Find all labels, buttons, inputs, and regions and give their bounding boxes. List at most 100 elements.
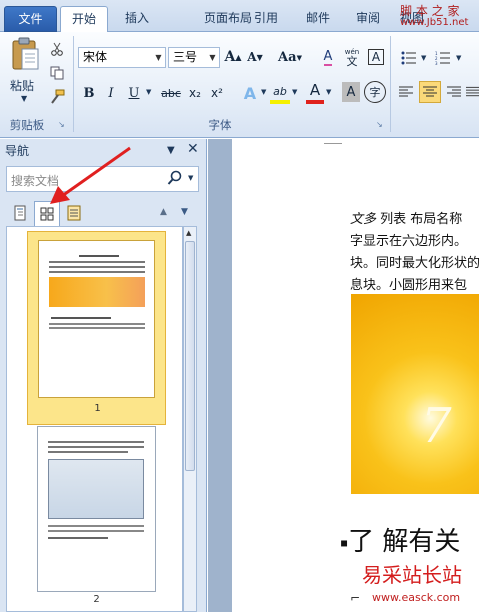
font-color-button[interactable]: A	[306, 80, 324, 104]
thumb-line	[51, 317, 111, 319]
thumb-line	[49, 327, 145, 329]
numbering-dropdown-icon[interactable]: ▼	[456, 54, 461, 62]
underline-dropdown-icon[interactable]: ▼	[146, 88, 151, 96]
previous-page-icon[interactable]: ▲	[160, 207, 167, 217]
grow-font-label: A	[224, 49, 236, 65]
browse-headings-icon[interactable]	[9, 202, 31, 224]
shrink-font-button[interactable]: A ▼	[246, 46, 264, 68]
change-case-label: Aa	[278, 49, 297, 65]
doc-line-1: 文多 列表 布局名称	[350, 208, 462, 227]
watermark-site-url: www.Jb51.net	[400, 17, 469, 28]
thumbnail-page-number: 1	[94, 403, 101, 414]
change-case-button[interactable]: Aa ▼	[276, 46, 304, 68]
thumb-line	[48, 446, 144, 448]
paste-dropdown-icon[interactable]: ▼	[21, 94, 27, 103]
search-icon[interactable]	[167, 169, 185, 189]
bold-button[interactable]: B	[80, 82, 98, 104]
thumb-line	[49, 266, 145, 268]
thumb-line	[48, 525, 144, 527]
align-center-icon[interactable]	[419, 81, 441, 103]
phonetic-guide-button[interactable]: wén 文	[342, 46, 362, 68]
tab-references[interactable]: 引用	[246, 6, 286, 32]
doc-line-1-italic: 文多	[350, 212, 377, 227]
page-thumbnails-list: 1 2	[6, 226, 183, 612]
copy-icon[interactable]	[48, 64, 66, 82]
document-page[interactable]: 文多 列表 布局名称 字显示在六边形内。 块。同时最大化形状的 息块。小圆形用来…	[232, 139, 479, 612]
doc-heading-text: 了 解有关	[348, 527, 461, 557]
character-border-label: A	[367, 49, 385, 65]
font-name-dropdown-icon[interactable]: ▼	[152, 48, 165, 67]
strikethrough-button[interactable]: abc	[158, 82, 184, 104]
navigation-title: 导航	[5, 144, 30, 158]
enclose-characters-button[interactable]: 字	[364, 81, 386, 103]
character-shading-button[interactable]: A	[342, 82, 360, 102]
highlight-button[interactable]: ab	[270, 82, 290, 104]
phonetic-glyph-icon: 文	[346, 55, 358, 68]
seven-glyph-icon: 7	[421, 398, 452, 454]
subscript-button[interactable]: x₂	[186, 82, 204, 104]
close-pane-icon[interactable]: ✕	[187, 141, 199, 157]
tab-home[interactable]: 开始	[60, 6, 108, 33]
character-border-button[interactable]: A	[366, 46, 386, 68]
text-effects-button[interactable]: A	[240, 82, 260, 104]
thumb-line	[49, 271, 145, 273]
paste-icon[interactable]	[8, 36, 42, 74]
thumbnail-page-1-selected[interactable]: 1	[27, 231, 166, 425]
font-name-value: 宋体	[83, 50, 108, 64]
highlight-dropdown-icon[interactable]: ▼	[292, 88, 297, 96]
text-effects-dropdown-icon[interactable]: ▼	[261, 88, 266, 96]
tab-insert[interactable]: 插入	[116, 6, 158, 32]
italic-button[interactable]: I	[102, 82, 120, 104]
doc-line-1-rest: 列表 布局名称	[380, 212, 463, 227]
thumbnails-scrollbar[interactable]: ▲	[183, 226, 197, 612]
numbering-icon[interactable]: 123	[432, 48, 454, 68]
bullets-dropdown-icon[interactable]: ▼	[421, 54, 426, 62]
thumb-line	[48, 441, 144, 443]
font-group-label: 字体	[208, 118, 232, 132]
page-margin-mark	[324, 143, 342, 144]
format-painter-icon[interactable]	[48, 88, 66, 106]
superscript-button[interactable]: x²	[208, 82, 226, 104]
clear-formatting-button[interactable]: A	[318, 46, 338, 68]
thumb-image	[49, 277, 145, 307]
font-size-combo[interactable]: 三号 ▼	[168, 47, 220, 68]
justify-icon[interactable]	[466, 82, 479, 102]
ribbon-tab-bar: 文件 开始 插入 页面布局 引用 邮件 审阅 视图 脚 本 之 家 www.Jb…	[0, 0, 479, 33]
cursor-mark-icon: ⌐	[350, 591, 361, 605]
heading-bullet-icon: ▪	[340, 535, 349, 550]
thumbnail-page-1-image	[38, 240, 155, 398]
font-size-value: 三号	[173, 50, 198, 64]
underline-button[interactable]: U	[125, 82, 143, 104]
font-color-dropdown-icon[interactable]: ▼	[326, 88, 331, 96]
bullets-icon[interactable]	[398, 48, 420, 68]
scrollbar-thumb[interactable]	[185, 241, 195, 471]
grow-arrow-icon: ▲	[235, 52, 242, 62]
thumb-line	[79, 255, 119, 257]
clipboard-launcher-icon[interactable]: ↘	[58, 120, 65, 129]
watermark-logo-text: 易采站长站	[362, 563, 462, 587]
tab-mailings[interactable]: 邮件	[298, 6, 338, 32]
shrink-arrow-icon: ▼	[256, 52, 263, 62]
windows-7-wallpaper-image: 7	[351, 294, 479, 494]
cut-icon[interactable]	[48, 40, 66, 58]
font-size-dropdown-icon[interactable]: ▼	[206, 48, 219, 67]
align-right-icon[interactable]	[444, 82, 464, 102]
doc-line-3: 块。同时最大化形状的	[350, 256, 479, 271]
font-launcher-icon[interactable]: ↘	[376, 120, 383, 129]
thumb-line	[48, 537, 108, 539]
group-separator	[390, 36, 391, 132]
grow-font-button[interactable]: A ▲	[224, 46, 242, 68]
thumb-line	[48, 530, 144, 532]
scroll-up-icon[interactable]: ▲	[186, 229, 191, 237]
font-name-combo[interactable]: 宋体 ▼	[78, 47, 166, 68]
align-left-icon[interactable]	[396, 82, 416, 102]
thumbnail-page-2-image[interactable]	[37, 426, 156, 592]
paste-button[interactable]: 粘贴	[10, 77, 34, 94]
tab-review[interactable]: 审阅	[348, 6, 388, 32]
pane-options-dropdown-icon[interactable]: ▼	[167, 145, 175, 156]
search-options-dropdown-icon[interactable]: ▼	[188, 174, 193, 182]
change-case-dropdown-icon: ▼	[296, 52, 302, 62]
tab-file[interactable]: 文件	[4, 6, 57, 32]
shrink-font-label: A	[247, 50, 257, 64]
next-page-icon[interactable]: ▼	[181, 207, 188, 217]
